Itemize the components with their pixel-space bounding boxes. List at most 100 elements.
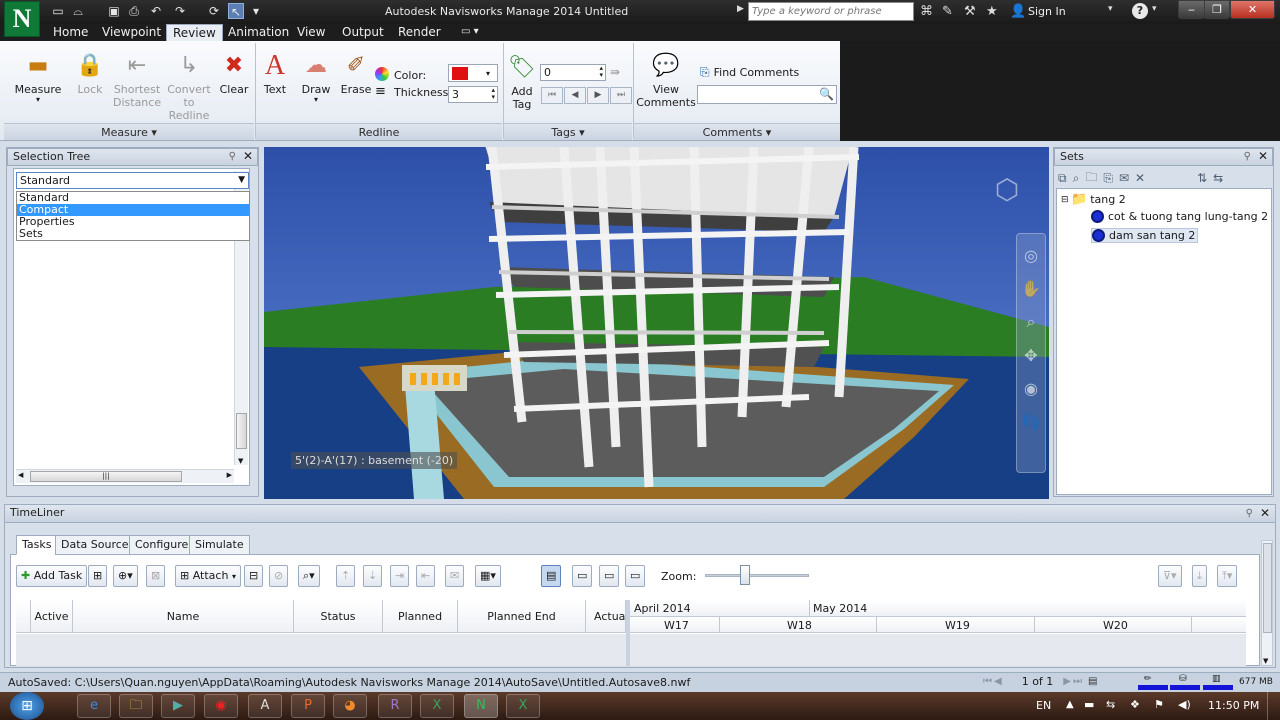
select-pointer-icon[interactable]: ↖ [228, 3, 244, 19]
gantt-chart-area[interactable] [630, 634, 1246, 666]
show-desktop-button[interactable] [1267, 692, 1280, 720]
tray-dropbox-icon[interactable]: ❖ [1130, 698, 1140, 711]
tab-home[interactable]: Home [47, 24, 94, 41]
zoom-slider-track[interactable] [705, 574, 809, 577]
app-a-taskbar-icon[interactable]: A [248, 694, 282, 718]
sheet-browser-icon[interactable]: ▤ [1088, 676, 1097, 687]
sign-in-link[interactable]: Sign In [1028, 5, 1066, 18]
show-gantt-button[interactable]: ▤ [541, 565, 562, 587]
qat-menu-chevron-icon[interactable]: ▾ [248, 3, 264, 19]
tab-tasks[interactable]: Tasks [16, 535, 58, 555]
scroll-down-icon[interactable]: ▼ [1263, 657, 1268, 665]
zoom-window-icon[interactable]: ⌕ [1017, 312, 1045, 332]
view-comments-button[interactable]: 💬 View Comments [636, 51, 696, 109]
tray-volume-icon[interactable]: ◀) [1178, 698, 1191, 711]
column-header-planned-start[interactable]: Planned Start [383, 600, 458, 656]
undo-icon[interactable]: ↶ [148, 3, 164, 19]
redline-draw-button[interactable]: ☁ Draw ▾ [298, 51, 334, 104]
clear-button[interactable]: ✖ Clear [218, 51, 250, 96]
tools-icon[interactable]: ✎ [942, 4, 953, 19]
language-indicator[interactable]: EN [1036, 699, 1051, 712]
prev-sheet-icon[interactable]: ◀ [994, 676, 1002, 687]
excel-taskbar-icon[interactable]: X [420, 694, 454, 718]
tree-item[interactable]: cot & tuong tang lung-tang 2 [1091, 210, 1268, 223]
column-header-actual[interactable]: Actual [586, 600, 628, 633]
move-down-button[interactable]: ⇣ [363, 565, 383, 587]
viewcube-icon[interactable]: ⬡ [989, 172, 1025, 208]
excel-2-taskbar-icon[interactable]: X [506, 694, 540, 718]
scroll-right-icon[interactable]: ▶ [227, 471, 232, 479]
redline-erase-button[interactable]: ✐ Erase [339, 51, 373, 96]
zoom-slider-thumb[interactable] [739, 565, 750, 585]
measure-panel-label[interactable]: Measure ▾ [4, 123, 254, 140]
find-magnifier-icon[interactable]: 🔍 [819, 87, 834, 101]
last-tag-icon[interactable]: ⏭ [610, 86, 632, 104]
show-actual-button[interactable]: ▭ [599, 565, 620, 587]
tab-data-sources[interactable]: Data Sources [55, 535, 141, 555]
save-selection-icon[interactable]: ⧉ [1058, 171, 1067, 186]
convert-to-redline-button[interactable]: ↳ Convert to Redline [163, 51, 215, 122]
help-search-input[interactable]: Type a keyword or phrase [748, 2, 914, 21]
navisworks-logo-icon[interactable]: N [4, 1, 40, 37]
new-folder-icon[interactable]: 🗀 [1085, 168, 1097, 189]
favorites-star-icon[interactable]: ★ [986, 4, 998, 19]
goto-tag-icon[interactable]: ⇛ [610, 65, 620, 79]
tree-folder-tang-2[interactable]: ⊟ 📁 tang 2 [1061, 192, 1126, 207]
first-sheet-icon[interactable]: ⏮ [983, 676, 992, 687]
sign-in-chevron-icon[interactable]: ▾ [1108, 4, 1113, 14]
tab-viewpoint[interactable]: Viewpoint [96, 24, 167, 41]
dropdown-option-sets[interactable]: Sets [17, 228, 249, 240]
tray-flag-icon[interactable]: ⚑ [1154, 698, 1164, 711]
look-around-icon[interactable]: ◉ [1017, 379, 1045, 398]
orbit-icon[interactable]: ✥ [1017, 346, 1045, 365]
redline-text-button[interactable]: A Text [260, 51, 290, 97]
find-comments-button[interactable]: ⎘ Find Comments [700, 65, 799, 80]
start-button-icon[interactable]: ⊞ [10, 692, 44, 720]
add-comment-button[interactable]: ✉ [445, 565, 465, 587]
next-tag-icon[interactable]: ▶ [587, 86, 609, 104]
measure-button[interactable]: ▬ Measure ▾ [12, 51, 64, 104]
timeliner-vertical-scrollbar[interactable]: ▼ [1261, 540, 1273, 666]
binoculars-icon[interactable]: ⌘ [920, 4, 933, 19]
attach-button[interactable]: ⊞ Attach ▾ [175, 565, 241, 587]
maximize-button[interactable]: ❐ [1204, 0, 1230, 19]
save-icon[interactable]: ▣ [106, 3, 122, 19]
close-button[interactable]: ✕ [1230, 0, 1275, 19]
comments-panel-label[interactable]: Comments ▾ [634, 123, 840, 140]
column-header-status[interactable]: Status [294, 600, 383, 633]
pin-icon[interactable]: ⚲ [1244, 149, 1251, 165]
spinner-arrows-icon[interactable]: ▴ ▾ [599, 65, 603, 79]
shortest-distance-button[interactable]: ⇤ Shortest Distance [113, 51, 161, 109]
tab-animation[interactable]: Animation [222, 24, 295, 41]
tray-monitor-icon[interactable]: ▬ [1084, 698, 1094, 711]
panel-close-icon[interactable]: ✕ [1260, 505, 1270, 521]
revit-taskbar-icon[interactable]: R [378, 694, 412, 718]
sort-icon[interactable]: ⇅ [1197, 171, 1207, 185]
walk-icon[interactable]: 👣 [1017, 412, 1045, 431]
prev-tag-icon[interactable]: ◀ [564, 86, 586, 104]
ribbon-minimize-icon[interactable]: ▭ ▾ [455, 24, 485, 41]
move-up-button[interactable]: ⇡ [336, 565, 356, 587]
tab-review[interactable]: Review [166, 24, 223, 41]
collapse-minus-icon[interactable]: ⊟ [1061, 195, 1071, 205]
next-sheet-icon[interactable]: ▶ [1063, 676, 1071, 687]
indent-button[interactable]: ⇥ [390, 565, 410, 587]
clear-attach-button[interactable]: ⊘ [269, 565, 289, 587]
add-task-button[interactable]: ✚ Add Task [16, 565, 88, 587]
tags-panel-label[interactable]: Tags ▾ [504, 123, 632, 140]
scrollbar-thumb[interactable] [1263, 543, 1272, 633]
explorer-taskbar-icon[interactable]: 🗀 [119, 694, 153, 718]
redline-color-picker[interactable]: ▾ [448, 64, 498, 82]
firefox-taskbar-icon[interactable]: ◕ [333, 694, 367, 718]
import-export-icon[interactable]: ⇆ [1213, 171, 1223, 185]
powerpoint-taskbar-icon[interactable]: P [291, 694, 325, 718]
scroll-down-icon[interactable]: ▼ [238, 457, 243, 465]
help-chevron-icon[interactable]: ▾ [1152, 4, 1157, 14]
new-file-icon[interactable]: ▭ [50, 3, 66, 19]
navisworks-taskbar-icon[interactable]: N [464, 694, 498, 718]
3d-viewport[interactable]: 5'(2)-A'(17) : basement (-20) ⬡ ◎ ✋ ⌕ ✥ … [264, 147, 1049, 499]
first-tag-icon[interactable]: ⏮ [541, 86, 563, 104]
delete-set-icon[interactable]: ✕ [1135, 171, 1145, 185]
print-icon[interactable]: ⎙ [126, 3, 142, 19]
export-button[interactable]: ⤒▾ [1217, 565, 1238, 587]
